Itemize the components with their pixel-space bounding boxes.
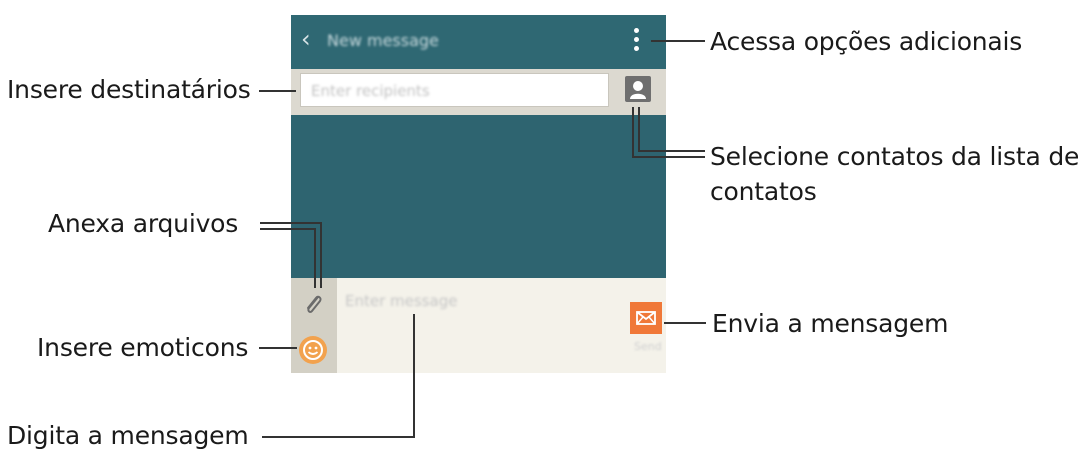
label-recipients: Insere destinatários [7, 75, 251, 104]
compose-area: Enter message Send [291, 278, 666, 373]
label-more-options: Acessa opções adicionais [710, 27, 1023, 56]
leader-attach-h1 [260, 222, 322, 224]
recipient-bar: Enter recipients [291, 69, 666, 115]
label-send: Envia a mensagem [712, 309, 949, 338]
leader-more-options [651, 40, 705, 42]
label-contacts-1: Selecione contatos da lista de [710, 142, 1078, 171]
leader-attach-h2 [260, 228, 316, 230]
leader-contacts-v1 [632, 107, 634, 157]
envelope-icon [636, 311, 656, 325]
leader-emoticons [259, 347, 297, 349]
label-emoticons: Insere emoticons [37, 333, 249, 362]
label-attach: Anexa arquivos [48, 209, 239, 238]
back-icon[interactable]: ‹ [301, 27, 311, 51]
recipient-placeholder: Enter recipients [311, 82, 430, 100]
leader-send [664, 322, 706, 324]
more-options-icon[interactable] [634, 28, 640, 56]
compose-left-strip [291, 278, 337, 373]
leader-contacts-h1 [632, 156, 705, 158]
screen-title: New message [327, 31, 439, 50]
leader-contacts-v2 [638, 107, 640, 151]
label-contacts-2: contatos [710, 177, 817, 206]
leader-type-v [413, 314, 415, 437]
leader-contacts-h2 [638, 150, 705, 152]
leader-type-h [262, 436, 415, 438]
label-type: Digita a mensagem [7, 421, 249, 450]
app-bar: ‹ New message [291, 15, 666, 69]
paperclip-icon[interactable] [302, 291, 326, 323]
phone-screen: ‹ New message Enter recipients Enter mes… [291, 15, 666, 373]
smiley-icon[interactable] [299, 336, 327, 364]
send-button[interactable] [630, 302, 662, 334]
send-label: Send [634, 340, 662, 353]
leader-recipients [259, 90, 296, 92]
message-placeholder[interactable]: Enter message [345, 292, 457, 310]
contact-icon[interactable] [625, 76, 651, 102]
recipient-input[interactable]: Enter recipients [300, 73, 609, 107]
leader-attach-v2 [314, 228, 316, 288]
leader-attach-v1 [320, 222, 322, 288]
